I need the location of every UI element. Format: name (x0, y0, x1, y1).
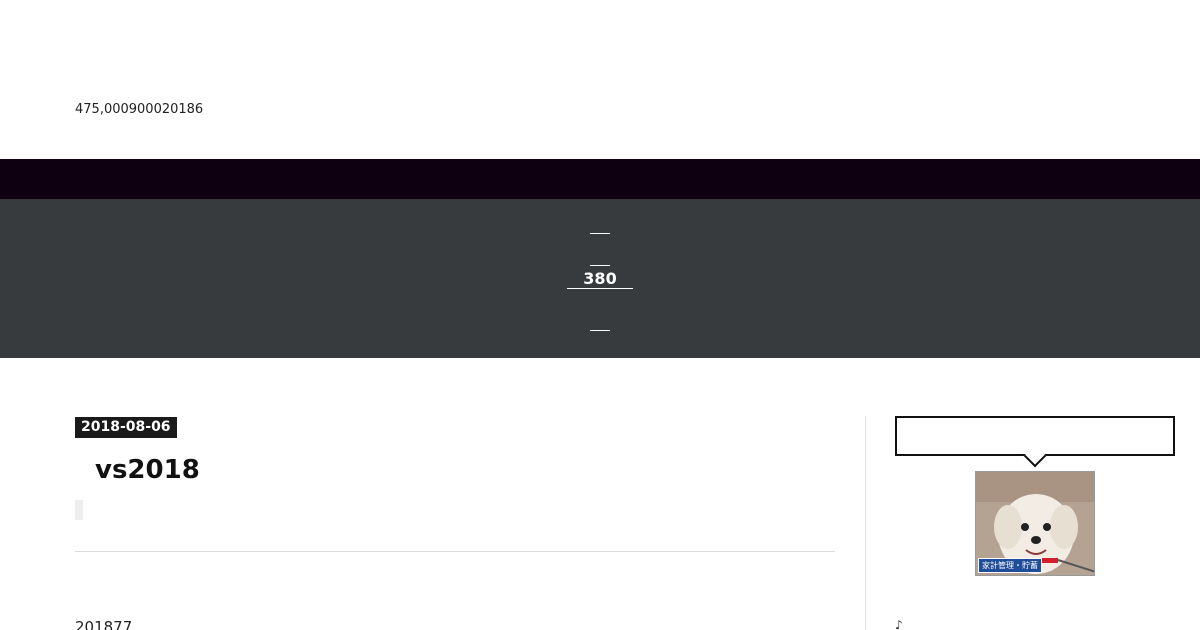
nav-link-2[interactable] (590, 265, 610, 266)
nav-item-1[interactable] (0, 219, 1200, 238)
nav-link-4[interactable] (590, 330, 610, 331)
global-nav: 380 (0, 199, 1200, 362)
title-ornament (75, 500, 83, 520)
nav-item-2[interactable] (0, 251, 1200, 270)
nav-link-3[interactable]: 380 (567, 270, 633, 289)
nav-link-5[interactable] (581, 361, 619, 362)
content-divider (75, 551, 835, 552)
sidebar: 家計管理・貯蓄 ♪ (895, 416, 1175, 630)
nav-item-3[interactable]: 380 (0, 269, 1200, 289)
speech-bubble (895, 416, 1175, 456)
nav-link-1[interactable] (590, 233, 610, 234)
post-title: vs2018 (95, 455, 200, 485)
music-note-icon: ♪ (895, 618, 903, 630)
post-date-badge: 2018-08-06 (75, 417, 177, 438)
profile-dog-image[interactable]: 家計管理・貯蓄 (975, 471, 1095, 576)
top-bar (0, 159, 1200, 199)
post-lead-text: 201877 (75, 618, 133, 630)
main-content: 2018-08-06 vs2018 201877 (75, 416, 835, 630)
site-description: 475,000900020186 (75, 102, 204, 117)
sidebar-separator (865, 416, 866, 630)
image-caption: 家計管理・貯蓄 (978, 558, 1042, 573)
nav-item-5[interactable] (0, 347, 1200, 366)
nav-item-4[interactable] (0, 316, 1200, 335)
